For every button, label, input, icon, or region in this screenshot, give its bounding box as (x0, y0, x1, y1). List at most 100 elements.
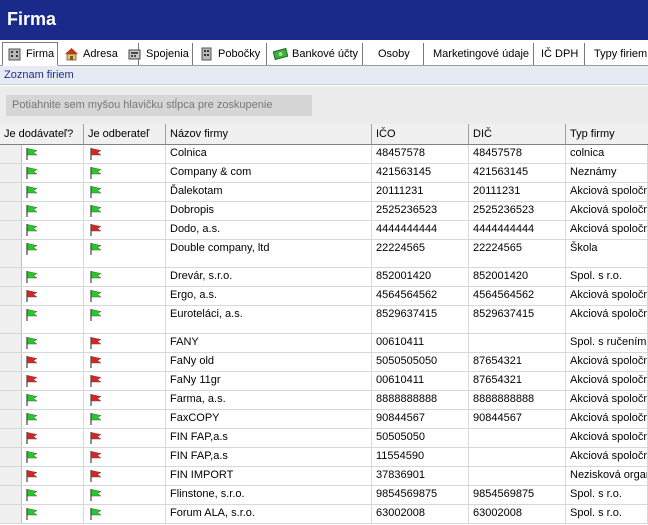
table-row[interactable]: Colnica 48457578 48457578 colnica (0, 145, 648, 164)
cell-supplier (22, 268, 84, 286)
tab-pobocky[interactable]: Pobočky (195, 43, 267, 65)
group-by-panel[interactable]: Potiahnite sem myšou hlavičku stĺpca pre… (0, 86, 648, 124)
column-header-customer[interactable]: Je odberateľ (84, 124, 166, 145)
table-row[interactable]: FaNy 11gr0061041187654321Akciová spoločn… (0, 372, 648, 391)
tab-label: Bankové účty (292, 48, 359, 60)
table-row[interactable]: Company & com 421563145 421563145 Neznámy (0, 164, 648, 183)
cell-ico: 37836901 (372, 467, 469, 485)
column-header-supplier[interactable]: Je dodávateľ? (0, 124, 84, 145)
cell-customer (84, 306, 166, 333)
row-selector[interactable] (0, 240, 22, 267)
cell-company-type: Akciová spoločnosť (566, 306, 648, 333)
red-flag-icon (88, 147, 104, 161)
table-row[interactable]: Ďalekotam2011123120111231Akciová spoločn… (0, 183, 648, 202)
table-row[interactable]: Dodo, a.s. 4444444444 4444444444 Akciová sp… (0, 221, 648, 240)
cell-ico: 63002008 (372, 505, 469, 523)
row-selector[interactable] (0, 372, 22, 390)
green-flag-icon (24, 412, 40, 426)
tab-firma[interactable]: Firma (2, 42, 58, 66)
green-flag-icon (24, 166, 40, 180)
row-selector[interactable] (0, 268, 22, 286)
table-row[interactable]: Dobropis 2525236523 2525236523 Akciová spol… (0, 202, 648, 221)
table-row[interactable]: Flinstone, s.r.o. 9854569875 9854569875 Spo… (0, 486, 648, 505)
row-selector[interactable] (0, 448, 22, 466)
green-flag-icon (24, 204, 40, 218)
cell-ico: 9854569875 (372, 486, 469, 504)
cell-supplier (22, 410, 84, 428)
row-selector[interactable] (0, 486, 22, 504)
cell-ico: 00610411 (372, 372, 469, 390)
row-selector[interactable] (0, 391, 22, 409)
tab-osoby[interactable]: Osoby (364, 43, 424, 65)
cell-dic (469, 429, 566, 447)
table-row[interactable]: FIN FAP,a.s50505050 Akciová spoločnosť (0, 429, 648, 448)
cell-company-name: Dodo, a.s. (166, 221, 372, 239)
row-selector[interactable] (0, 202, 22, 220)
cell-company-name: Flinstone, s.r.o. (166, 486, 372, 504)
cell-company-type: Akciová spoločnosť (566, 221, 648, 239)
cell-ico: 90844567 (372, 410, 469, 428)
table-row[interactable]: Farma, a.s. 8888888888 8888888888 Akciová s… (0, 391, 648, 410)
cell-customer (84, 467, 166, 485)
red-flag-icon (88, 355, 104, 369)
cell-customer (84, 410, 166, 428)
cell-company-name: FaNy 11gr (166, 372, 372, 390)
row-selector[interactable] (0, 505, 22, 523)
green-flag-icon (88, 412, 104, 426)
group-by-dropzone[interactable]: Potiahnite sem myšou hlavičku stĺpca pre… (6, 95, 312, 116)
table-row[interactable]: Euroteláci, a.s. 8529637415 8529637415 Akci… (0, 306, 648, 334)
tab-marketingove-udaje[interactable]: Marketingové údaje (425, 43, 534, 65)
table-row[interactable]: Drevár, s.r.o. 852001420 852001420 Spol. s … (0, 268, 648, 287)
row-selector[interactable] (0, 221, 22, 239)
table-row[interactable]: FaxCOPY9084456790844567Akciová spoločnos… (0, 410, 648, 429)
column-header-company-name[interactable]: Názov firmy (166, 124, 372, 145)
row-selector[interactable] (0, 306, 22, 333)
tab-spojenia[interactable]: Spojenia (123, 43, 193, 65)
row-selector[interactable] (0, 287, 22, 305)
branch-building-icon (199, 47, 214, 61)
table-row[interactable]: Double company, ltd 22224565 22224565 Škola (0, 240, 648, 268)
column-header-dic[interactable]: DIČ (469, 124, 566, 145)
row-selector[interactable] (0, 429, 22, 447)
green-flag-icon (24, 507, 40, 521)
table-row[interactable]: FaNy old 5050505050 87654321 Akciová spoloč… (0, 353, 648, 372)
column-header-ico[interactable]: IČO (372, 124, 469, 145)
group-by-hint: Potiahnite sem myšou hlavičku stĺpca pre… (12, 99, 273, 111)
cell-ico: 48457578 (372, 145, 469, 163)
tab-typy-firiem[interactable]: Typy firiem (586, 43, 648, 65)
row-selector[interactable] (0, 145, 22, 163)
row-selector[interactable] (0, 164, 22, 182)
table-row[interactable]: Forum ALA, s.r.o. 63002008 63002008 Spol. s… (0, 505, 648, 524)
green-flag-icon (24, 393, 40, 407)
row-selector[interactable] (0, 334, 22, 352)
column-header-company-type[interactable]: Typ firmy (566, 124, 648, 145)
row-selector[interactable] (0, 353, 22, 371)
red-flag-icon (24, 355, 40, 369)
row-selector[interactable] (0, 467, 22, 485)
table-row[interactable]: FIN FAP,a.s11554590 Akciová spoločnosť (0, 448, 648, 467)
cell-company-name: FaNy old (166, 353, 372, 371)
cell-company-name: Farma, a.s. (166, 391, 372, 409)
cell-company-name: FIN FAP,a.s (166, 448, 372, 466)
cell-ico: 8529637415 (372, 306, 469, 333)
cell-company-name: Dobropis (166, 202, 372, 220)
cell-ico: 5050505050 (372, 353, 469, 371)
table-row[interactable]: Ergo, a.s. 4564564562 4564564562 Akciová sp… (0, 287, 648, 306)
table-row[interactable]: FIN IMPORT37836901 Nezisková organizácia (0, 467, 648, 486)
cell-customer (84, 164, 166, 182)
cell-dic: 9854569875 (469, 486, 566, 504)
table-row[interactable]: FANY00610411 Spol. s ručením obmedzeným (0, 334, 648, 353)
row-selector[interactable] (0, 183, 22, 201)
tab-bankove-ucty[interactable]: Bankové účty (269, 43, 363, 65)
cell-customer (84, 221, 166, 239)
cell-dic: 421563145 (469, 164, 566, 182)
tab-ic-dph[interactable]: IČ DPH (535, 43, 585, 65)
cell-company-name: Double company, ltd (166, 240, 372, 267)
cell-customer (84, 505, 166, 523)
cell-supplier (22, 353, 84, 371)
row-selector[interactable] (0, 410, 22, 428)
window-title: Firma (7, 9, 57, 29)
cell-supplier (22, 306, 84, 333)
cell-ico: 421563145 (372, 164, 469, 182)
green-flag-icon (88, 166, 104, 180)
